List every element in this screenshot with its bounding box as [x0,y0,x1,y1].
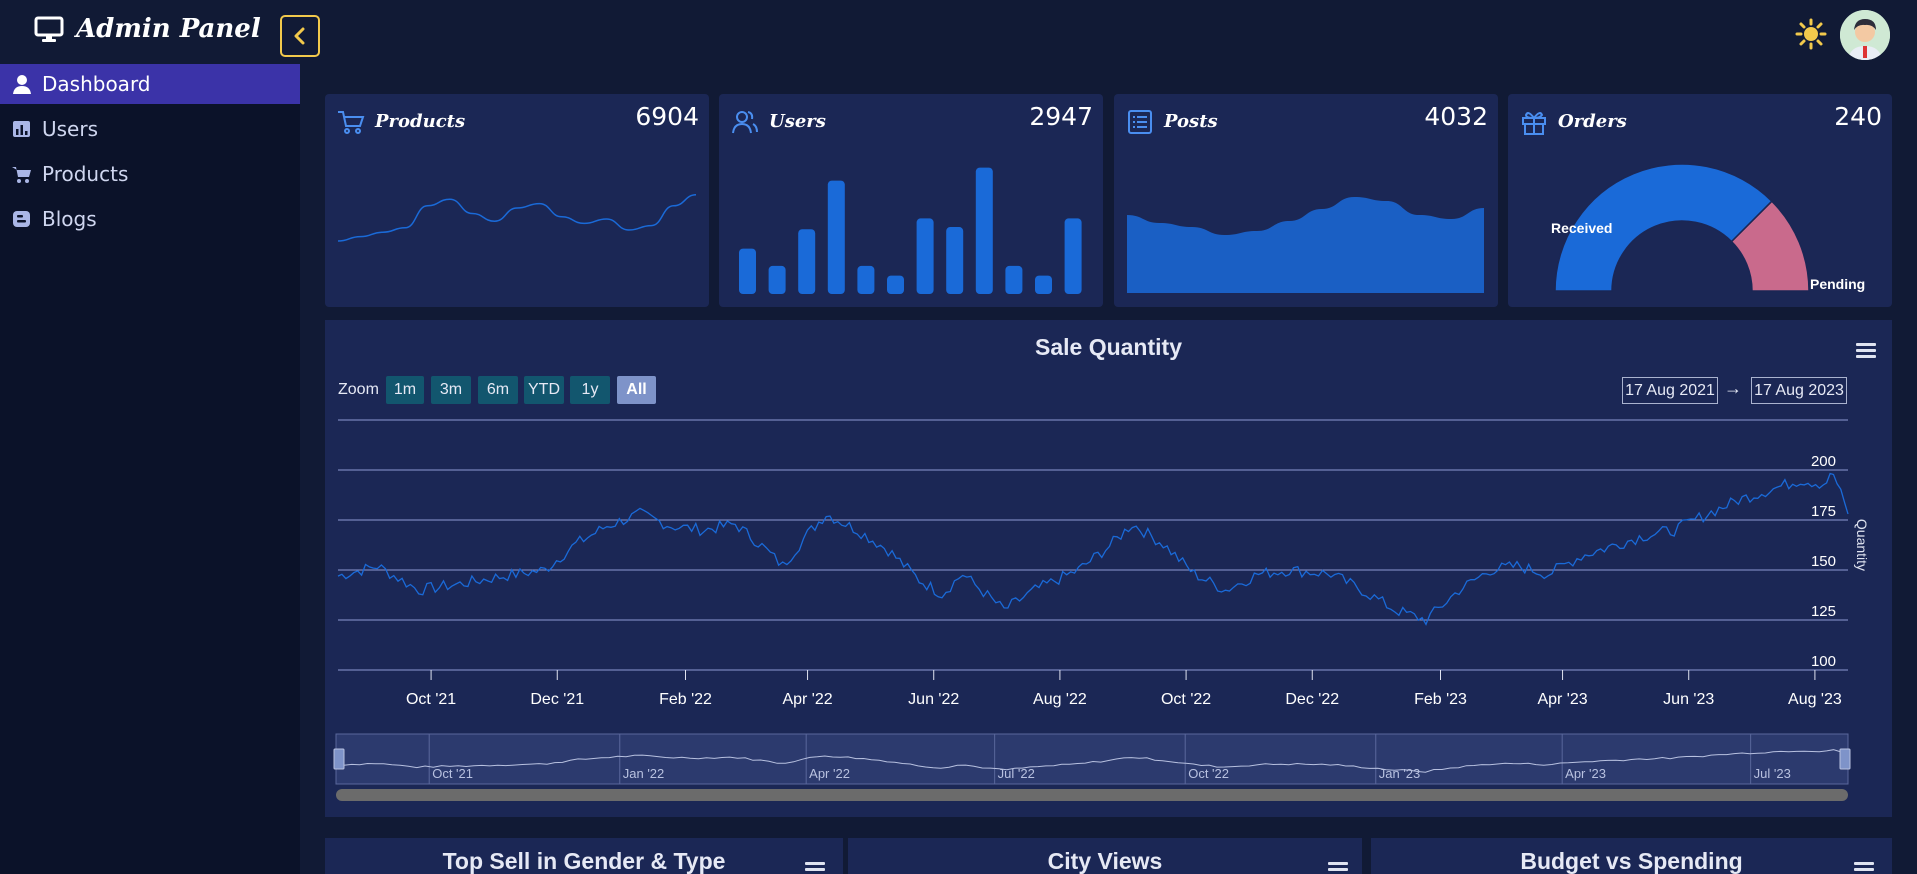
x-tick-label: Jun '23 [1663,691,1714,708]
y-tick-label: 150 [1811,553,1836,570]
x-tick-label: Dec '22 [1285,691,1339,708]
y-tick-label: 125 [1811,603,1836,620]
navigator-tick-label: Oct '22 [1188,766,1229,781]
sale-quantity-chart: 100 125 150 175 200 Quantity Oct '21 Dec '21 Feb… [333,419,1870,801]
navigator-tick-label: Jan '22 [623,766,665,781]
navigator-tick-label: Jan '23 [1379,766,1421,781]
x-tick-label: Oct '21 [406,691,456,708]
hamburger-menu-icon[interactable] [803,859,827,874]
card-budget-vs-spending: Budget vs Spending [1371,838,1892,874]
card-title: Budget vs Spending [1520,848,1743,874]
x-tick-label: Feb '22 [659,691,712,708]
x-tick-label: Feb '23 [1414,691,1467,708]
hamburger-menu-icon[interactable] [1852,859,1876,874]
sale-quantity-series [337,472,1849,626]
navigator-handle-right[interactable] [1839,748,1851,770]
navigator-tick-label: Apr '23 [1565,766,1606,781]
navigator-handle-left[interactable] [333,748,345,770]
x-tick-label: Apr '23 [1537,691,1587,708]
x-tick-label: Dec '21 [530,691,584,708]
navigator-window[interactable] [335,733,1849,785]
navigator-tick-label: Apr '22 [809,766,850,781]
y-tick-label: 175 [1811,503,1836,520]
card-top-sell: Top Sell in Gender & Type [325,838,843,874]
x-tick-label: Aug '23 [1788,691,1842,708]
hamburger-menu-icon[interactable] [1326,859,1350,874]
navigator-tick-label: Jul '23 [1754,766,1791,781]
navigator-tick-label: Oct '21 [432,766,473,781]
navigator-scrollbar[interactable] [336,789,1848,801]
card-city-views: City Views [848,838,1362,874]
x-tick-label: Jun '22 [908,691,959,708]
y-tick-label: 200 [1811,453,1836,470]
x-tick-label: Oct '22 [1161,691,1211,708]
card-title: Top Sell in Gender & Type [442,848,726,874]
x-tick-label: Apr '22 [782,691,832,708]
y-axis-label: Quantity [1854,519,1870,571]
x-tick-label: Aug '22 [1033,691,1087,708]
card-title: City Views [1047,848,1163,874]
y-tick-label: 100 [1811,653,1836,670]
